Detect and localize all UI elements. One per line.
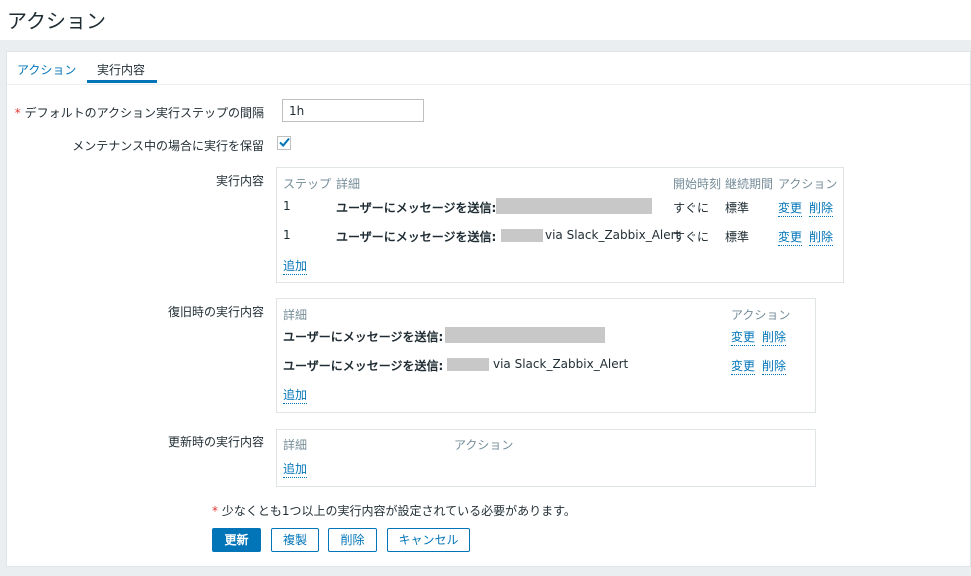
recovery-label: 復旧時の実行内容 (167, 305, 264, 319)
active-tab-indicator (87, 80, 157, 83)
rec-row-1-remove-link[interactable]: 削除 (762, 328, 787, 346)
required-note: * 少なくとも1つ以上の実行内容が設定されている必要があります。 (212, 502, 576, 519)
update-ops-table: 詳細 アクション 追加 (276, 429, 816, 487)
ops-header-duration: 継続期間 (725, 177, 774, 191)
rec-add-link[interactable]: 追加 (283, 386, 308, 404)
ops-header-action: アクション (778, 177, 838, 191)
ops-row-2-duration: 標準 (725, 230, 750, 244)
ops-row-1-start: すぐに (673, 201, 710, 215)
ops-row-2-step: 1 (283, 228, 291, 242)
required-asterisk: * (14, 106, 25, 120)
ops-row-2-details: ユーザーにメッセージを送信: (336, 230, 497, 244)
update-button[interactable]: 更新 (212, 528, 261, 552)
ops-header-details: 詳細 (336, 177, 361, 191)
rec-row-2-edit-link[interactable]: 変更 (731, 357, 756, 375)
redacted-recipient (496, 198, 652, 214)
ops-row-1-step: 1 (283, 199, 291, 213)
ops-header-start: 開始時刻 (673, 177, 722, 191)
upd-header-action: アクション (454, 438, 514, 452)
ops-row-1-details: ユーザーにメッセージを送信: (336, 201, 497, 215)
redacted-recipient (447, 358, 489, 371)
ops-add-link[interactable]: 追加 (283, 257, 308, 275)
ops-row-2-via: via Slack_Zabbix_Alert (545, 228, 681, 242)
recovery-table: 詳細 アクション ユーザーにメッセージを送信: 変更 削除 ユーザーにメッセージ… (276, 298, 816, 413)
check-icon (279, 137, 290, 147)
page-header: アクション (0, 0, 971, 40)
ops-row-1-remove-link[interactable]: 削除 (809, 199, 834, 217)
action-form-card: アクション 実行内容 * デフォルトのアクション実行ステップの間隔 メンテナンス… (6, 51, 971, 567)
default-step-input[interactable] (282, 99, 424, 122)
rec-row-2-details: ユーザーにメッセージを送信: (283, 359, 444, 373)
default-step-label: * デフォルトのアクション実行ステップの間隔 (15, 104, 264, 121)
pause-label: メンテナンス中の場合に実行を保留 (72, 139, 264, 153)
page-title: アクション (7, 9, 106, 33)
tab-operations[interactable]: 実行内容 (97, 61, 145, 78)
ops-row-2-edit-link[interactable]: 変更 (778, 228, 803, 246)
ops-row-2-remove-link[interactable]: 削除 (809, 228, 834, 246)
delete-button[interactable]: 削除 (328, 528, 377, 552)
rec-header-details: 詳細 (283, 308, 308, 322)
required-note-text: 少なくとも1つ以上の実行内容が設定されている必要があります。 (221, 504, 576, 518)
required-asterisk: * (212, 504, 222, 518)
update-ops-label: 更新時の実行内容 (167, 435, 264, 449)
rec-row-2-remove-link[interactable]: 削除 (762, 357, 787, 375)
clone-button[interactable]: 複製 (271, 528, 319, 552)
ops-header-step: ステップ (283, 177, 332, 191)
rec-header-action: アクション (731, 308, 791, 322)
default-step-label-text: デフォルトのアクション実行ステップの間隔 (24, 106, 264, 120)
redacted-recipient (501, 229, 543, 242)
ops-row-1-edit-link[interactable]: 変更 (778, 199, 803, 217)
cancel-button[interactable]: キャンセル (387, 528, 470, 552)
rec-row-1-edit-link[interactable]: 変更 (731, 328, 756, 346)
tab-action[interactable]: アクション (17, 61, 76, 78)
rec-row-1-details: ユーザーにメッセージを送信: (283, 330, 444, 344)
upd-add-link[interactable]: 追加 (283, 460, 308, 478)
ops-row-2-start: すぐに (673, 230, 710, 244)
ops-row-1-duration: 標準 (725, 201, 750, 215)
redacted-recipient (445, 327, 605, 343)
upd-header-details: 詳細 (283, 438, 308, 452)
tab-bar: アクション 実行内容 (7, 52, 970, 85)
operations-label: 実行内容 (215, 174, 264, 188)
pause-checkbox[interactable] (277, 136, 291, 150)
operations-table: ステップ 詳細 開始時刻 継続期間 アクション 1 ユーザーにメッセージを送信:… (276, 167, 844, 283)
rec-row-2-via: via Slack_Zabbix_Alert (493, 357, 629, 371)
